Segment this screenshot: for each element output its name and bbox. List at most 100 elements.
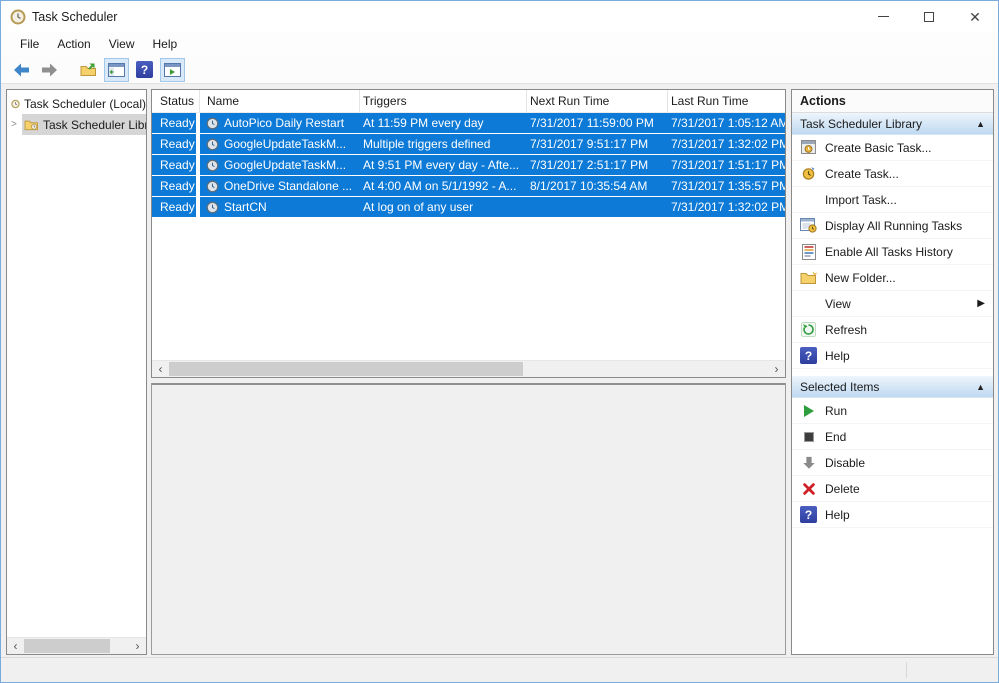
cell-triggers: At 11:59 PM every day: [360, 116, 527, 130]
table-row[interactable]: Ready GoogleUpdateTaskM... Multiple trig…: [152, 134, 785, 154]
tree-item-task-scheduler-library[interactable]: > Task Scheduler Library: [7, 114, 146, 135]
forward-arrow-icon: [41, 63, 58, 77]
scroll-left-icon[interactable]: ‹: [7, 639, 24, 654]
action-refresh[interactable]: Refresh: [792, 317, 993, 343]
action-run[interactable]: Run: [792, 398, 993, 424]
submenu-arrow-icon: ▶: [977, 298, 985, 309]
section-header-selected-items[interactable]: Selected Items ▲: [792, 376, 993, 398]
column-header-status[interactable]: Status: [152, 90, 200, 112]
minimize-button[interactable]: [860, 1, 906, 32]
tree-item-label: Task Scheduler Library: [43, 118, 146, 132]
column-header-triggers[interactable]: Triggers: [360, 90, 527, 112]
scroll-right-icon[interactable]: ›: [768, 362, 785, 377]
delete-icon: [800, 481, 817, 497]
action-label: Delete: [825, 482, 860, 496]
console-tree: Task Scheduler (Local) > Task Scheduler …: [7, 90, 146, 637]
help-button[interactable]: ?: [132, 58, 157, 82]
import-task-icon: [800, 192, 817, 208]
cell-status: Ready: [152, 176, 196, 196]
action-new-folder[interactable]: New Folder...: [792, 265, 993, 291]
action-help-selected[interactable]: ? Help: [792, 502, 993, 528]
center-column: Status Name Triggers Next Run Time Last …: [151, 89, 786, 655]
list-horizontal-scrollbar[interactable]: ‹ ›: [152, 360, 785, 377]
menu-action[interactable]: Action: [48, 37, 99, 51]
back-button[interactable]: [9, 58, 34, 82]
cell-next-run: 7/31/2017 11:59:00 PM: [527, 116, 668, 130]
chevron-up-icon[interactable]: ▲: [976, 119, 985, 129]
tree-item-task-scheduler-local[interactable]: Task Scheduler (Local): [7, 93, 146, 114]
close-icon: ✕: [969, 10, 981, 24]
tree-scrollbar-thumb[interactable]: [24, 639, 110, 653]
table-row[interactable]: Ready OneDrive Standalone ... At 4:00 AM…: [152, 176, 785, 196]
action-label: Disable: [825, 456, 865, 470]
menu-file[interactable]: File: [11, 37, 48, 51]
cell-last-run: 7/31/2017 1:05:12 AM: [668, 116, 785, 130]
row-main: OneDrive Standalone ... At 4:00 AM on 5/…: [200, 176, 785, 196]
console-tree-icon: [108, 63, 125, 77]
cell-name: AutoPico Daily Restart: [200, 116, 360, 130]
up-one-level-button[interactable]: [76, 58, 101, 82]
cell-last-run: 7/31/2017 1:51:17 PM: [668, 158, 785, 172]
maximize-icon: [924, 12, 934, 22]
action-import-task[interactable]: Import Task...: [792, 187, 993, 213]
task-name: GoogleUpdateTaskM...: [224, 158, 346, 172]
menu-help[interactable]: Help: [144, 37, 187, 51]
task-name: GoogleUpdateTaskM...: [224, 137, 346, 151]
list-scrollbar-thumb[interactable]: [169, 362, 523, 376]
close-button[interactable]: ✕: [952, 1, 998, 32]
section-header-label: Selected Items: [800, 380, 879, 394]
cell-next-run: 7/31/2017 2:51:17 PM: [527, 158, 668, 172]
menu-view[interactable]: View: [100, 37, 144, 51]
disable-icon: [800, 455, 817, 471]
chevron-up-icon[interactable]: ▲: [976, 382, 985, 392]
action-label: Run: [825, 404, 847, 418]
title-bar: Task Scheduler ✕: [1, 1, 998, 32]
cell-status: Ready: [152, 134, 196, 154]
cell-name: StartCN: [200, 200, 360, 214]
table-row[interactable]: Ready StartCN At log on of any user 7/31…: [152, 197, 785, 217]
action-help-library[interactable]: ? Help: [792, 343, 993, 369]
table-row[interactable]: Ready GoogleUpdateTaskM... At 9:51 PM ev…: [152, 155, 785, 175]
cell-last-run: 7/31/2017 1:32:02 PM: [668, 137, 785, 151]
minimize-icon: [878, 16, 889, 17]
cell-status: Ready: [152, 113, 196, 133]
new-folder-icon: [800, 270, 817, 286]
action-view[interactable]: View ▶: [792, 291, 993, 317]
help-icon: ?: [800, 507, 817, 523]
action-create-task[interactable]: Create Task...: [792, 161, 993, 187]
scroll-left-icon[interactable]: ‹: [152, 362, 169, 377]
cell-status: Ready: [152, 155, 196, 175]
tree-horizontal-scrollbar[interactable]: ‹ ›: [7, 637, 146, 654]
column-header-name[interactable]: Name: [200, 90, 360, 112]
action-end[interactable]: End: [792, 424, 993, 450]
actions-panel-title: Actions: [792, 90, 993, 113]
maximize-button[interactable]: [906, 1, 952, 32]
cell-triggers: At 9:51 PM every day - Afte...: [360, 158, 527, 172]
app-clock-icon: [10, 9, 26, 25]
show-hide-action-pane-button[interactable]: [160, 58, 185, 82]
column-header-next-run-time[interactable]: Next Run Time: [527, 90, 668, 112]
show-hide-console-tree-button[interactable]: [104, 58, 129, 82]
toolbar: ?: [1, 56, 998, 84]
section-header-task-scheduler-library[interactable]: Task Scheduler Library ▲: [792, 113, 993, 135]
action-label: End: [825, 430, 846, 444]
view-icon-placeholder: [800, 296, 817, 312]
action-enable-all-tasks-history[interactable]: Enable All Tasks History: [792, 239, 993, 265]
forward-button[interactable]: [37, 58, 62, 82]
action-disable[interactable]: Disable: [792, 450, 993, 476]
section-gap: [792, 369, 993, 376]
folder-up-icon: [80, 62, 97, 77]
task-clock-icon: [206, 117, 219, 130]
cell-name: OneDrive Standalone ...: [200, 179, 360, 193]
section-header-label: Task Scheduler Library: [800, 117, 922, 131]
clock-icon: [11, 97, 20, 111]
action-display-all-running-tasks[interactable]: Display All Running Tasks: [792, 213, 993, 239]
action-delete[interactable]: Delete: [792, 476, 993, 502]
cell-name: GoogleUpdateTaskM...: [200, 137, 360, 151]
chevron-right-icon[interactable]: >: [11, 119, 22, 130]
action-create-basic-task[interactable]: Create Basic Task...: [792, 135, 993, 161]
table-row[interactable]: Ready AutoPico Daily Restart At 11:59 PM…: [152, 113, 785, 133]
action-label: Help: [825, 508, 850, 522]
column-header-last-run-time[interactable]: Last Run Time: [668, 90, 785, 112]
scroll-right-icon[interactable]: ›: [129, 639, 146, 654]
